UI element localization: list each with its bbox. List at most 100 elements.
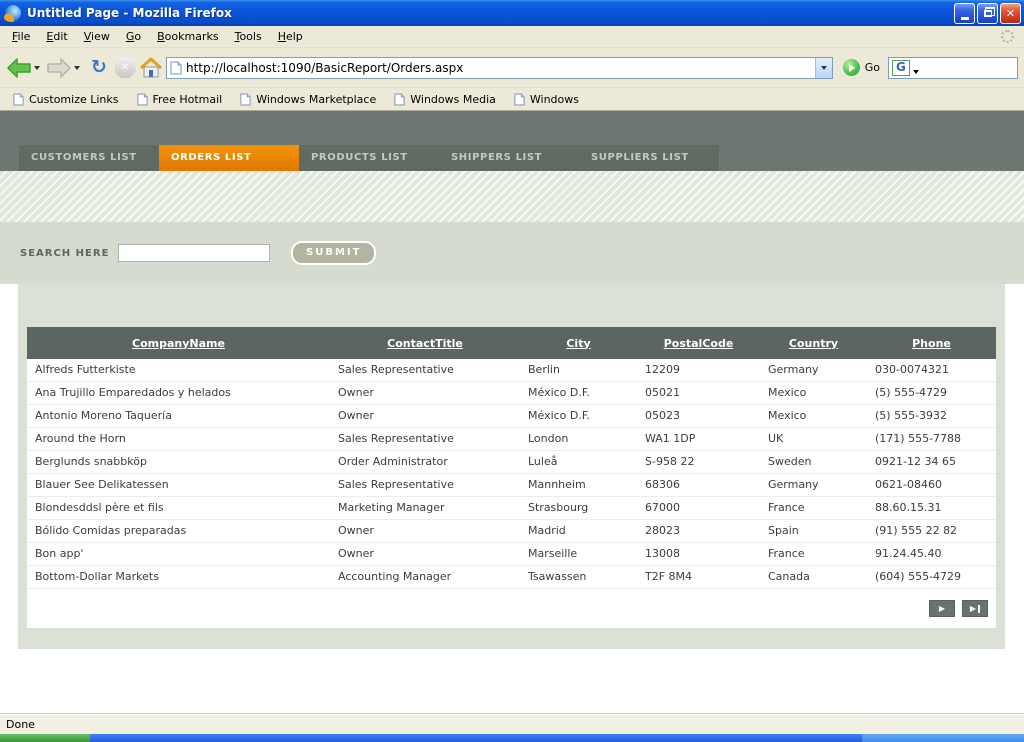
- stop-button[interactable]: ✕: [112, 55, 138, 81]
- cell-company-name: Bottom-Dollar Markets: [27, 566, 330, 589]
- throbber-icon: [1001, 30, 1014, 43]
- menu-item[interactable]: Help: [270, 27, 311, 46]
- cell-company-name: Blondesddsl père et fils: [27, 497, 330, 520]
- search-section: SEARCH HERE SUBMIT: [0, 222, 1024, 284]
- cell-contact-title: Marketing Manager: [330, 497, 520, 520]
- submit-button[interactable]: SUBMIT: [291, 241, 376, 265]
- cell-city: London: [520, 428, 637, 451]
- bookmark-page-icon: [394, 93, 405, 106]
- bookmark-item[interactable]: Free Hotmail: [128, 93, 232, 106]
- menu-item[interactable]: File: [4, 27, 38, 46]
- bookmark-item[interactable]: Customize Links: [4, 93, 128, 106]
- cell-phone: 0921-12 34 65: [867, 451, 996, 474]
- site-nav-tab[interactable]: SHIPPERS LIST: [439, 145, 579, 171]
- window-title: Untitled Page - Mozilla Firefox: [27, 6, 954, 20]
- cell-postal-code: 05023: [637, 405, 760, 428]
- windows-taskbar: [0, 734, 1024, 742]
- last-page-button[interactable]: ▶: [962, 600, 988, 617]
- bookmark-page-icon: [137, 93, 148, 106]
- menu-item[interactable]: Tools: [227, 27, 270, 46]
- table-row: Alfreds Futterkiste Sales Representative…: [27, 359, 996, 382]
- go-button[interactable]: Go: [843, 59, 880, 76]
- cell-city: Berlin: [520, 359, 637, 382]
- column-header-link[interactable]: PostalCode: [637, 337, 760, 350]
- firefox-window: Untitled Page - Mozilla Firefox ✕ FileEd…: [0, 0, 1024, 742]
- go-arrow-icon: [843, 59, 860, 76]
- back-dropdown-icon[interactable]: [34, 66, 40, 70]
- menu-item[interactable]: Bookmarks: [149, 27, 226, 46]
- bookmark-page-icon: [514, 93, 525, 106]
- column-header-link[interactable]: Country: [760, 337, 867, 350]
- cell-contact-title: Accounting Manager: [330, 566, 520, 589]
- restore-button[interactable]: [977, 3, 998, 24]
- site-nav-tab[interactable]: ORDERS LIST: [159, 145, 299, 171]
- cell-phone: 0621-08460: [867, 474, 996, 497]
- cell-postal-code: 13008: [637, 543, 760, 566]
- cell-country: Germany: [760, 474, 867, 497]
- cell-city: México D.F.: [520, 405, 637, 428]
- search-label: SEARCH HERE: [20, 248, 118, 259]
- chevron-down-icon: [821, 66, 827, 70]
- menu-item[interactable]: View: [76, 27, 118, 46]
- site-nav-tab[interactable]: PRODUCTS LIST: [299, 145, 439, 171]
- cell-country: Canada: [760, 566, 867, 589]
- address-bar[interactable]: http://localhost:1090/BasicReport/Orders…: [166, 57, 833, 79]
- cell-contact-title: Sales Representative: [330, 474, 520, 497]
- cell-company-name: Bon app': [27, 543, 330, 566]
- back-button[interactable]: [6, 57, 40, 79]
- cell-postal-code: 05021: [637, 382, 760, 405]
- start-button[interactable]: [0, 734, 90, 742]
- column-header-link[interactable]: Phone: [867, 337, 996, 350]
- google-logo-icon[interactable]: G: [892, 60, 910, 76]
- forward-arrow-icon: [46, 57, 72, 79]
- web-search-input[interactable]: G: [888, 57, 1018, 79]
- cell-phone: 030-0074321: [867, 359, 996, 382]
- close-button[interactable]: ✕: [1000, 3, 1021, 24]
- cell-company-name: Blauer See Delikatessen: [27, 474, 330, 497]
- bookmark-item[interactable]: Windows Marketplace: [231, 93, 385, 106]
- bookmark-page-icon: [240, 93, 251, 106]
- cell-company-name: Alfreds Futterkiste: [27, 359, 330, 382]
- cell-phone: 88.60.15.31: [867, 497, 996, 520]
- cell-contact-title: Owner: [330, 543, 520, 566]
- site-nav-tab[interactable]: CUSTOMERS LIST: [19, 145, 159, 171]
- reload-icon: ↻: [91, 58, 107, 77]
- minimize-button[interactable]: [954, 3, 975, 24]
- reload-button[interactable]: ↻: [86, 55, 112, 81]
- cell-postal-code: T2F 8M4: [637, 566, 760, 589]
- cell-contact-title: Sales Representative: [330, 428, 520, 451]
- address-dropdown-button[interactable]: [815, 58, 832, 78]
- cell-phone: (5) 555-4729: [867, 382, 996, 405]
- menu-items: FileEditViewGoBookmarksToolsHelp: [4, 27, 1001, 46]
- menu-item[interactable]: Edit: [38, 27, 75, 46]
- cell-postal-code: WA1 1DP: [637, 428, 760, 451]
- menu-item[interactable]: Go: [118, 27, 149, 46]
- search-input[interactable]: [118, 244, 270, 262]
- table-row: Antonio Moreno Taquería Owner México D.F…: [27, 405, 996, 428]
- bookmark-item[interactable]: Windows Media: [385, 93, 505, 106]
- forward-dropdown-icon[interactable]: [74, 66, 80, 70]
- url-text[interactable]: http://localhost:1090/BasicReport/Orders…: [186, 61, 815, 75]
- column-header-link[interactable]: CompanyName: [27, 337, 330, 350]
- tab-label: CUSTOMERS LIST: [31, 152, 137, 163]
- bookmark-page-icon: [13, 93, 24, 106]
- tab-label: SHIPPERS LIST: [451, 152, 542, 163]
- column-header-link[interactable]: ContactTitle: [330, 337, 520, 350]
- cell-country: Mexico: [760, 382, 867, 405]
- cell-country: Germany: [760, 359, 867, 382]
- forward-button[interactable]: [46, 57, 80, 79]
- cell-postal-code: 68306: [637, 474, 760, 497]
- site-header: CUSTOMERS LIST ORDERS LIST PRODUCTS LIST…: [0, 111, 1024, 171]
- next-page-button[interactable]: ▶: [929, 600, 955, 617]
- cell-country: Sweden: [760, 451, 867, 474]
- bookmark-item[interactable]: Windows: [505, 93, 588, 106]
- page-icon: [170, 61, 182, 75]
- cell-phone: (171) 555-7788: [867, 428, 996, 451]
- home-button[interactable]: [138, 55, 164, 81]
- search-engine-dropdown-icon[interactable]: [913, 70, 919, 74]
- grid-body: Alfreds Futterkiste Sales Representative…: [27, 359, 996, 589]
- site-nav-tab[interactable]: SUPPLIERS LIST: [579, 145, 719, 171]
- table-row: Blondesddsl père et fils Marketing Manag…: [27, 497, 996, 520]
- report-area: CompanyNameContactTitleCityPostalCodeCou…: [0, 284, 1024, 713]
- column-header-link[interactable]: City: [520, 337, 637, 350]
